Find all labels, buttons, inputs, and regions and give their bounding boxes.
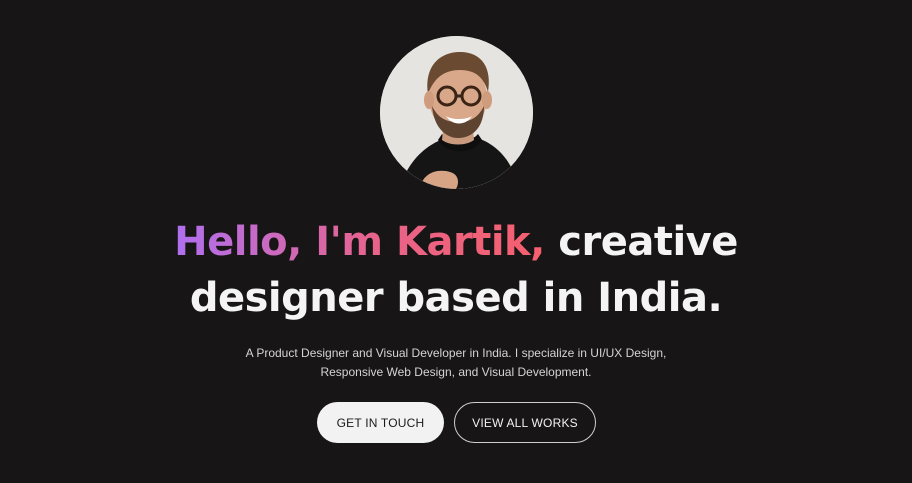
hero-section: Hello, I'm Kartik, creative designer bas…	[0, 0, 912, 483]
headline-line-2: designer based in India.	[189, 275, 723, 321]
headline-rest: creative	[558, 219, 738, 265]
profile-photo	[380, 36, 533, 189]
subtitle-line-1: A Product Designer and Visual Developer …	[245, 346, 667, 360]
hero-headline: Hello, I'm Kartik, creative designer bas…	[0, 214, 912, 326]
get-in-touch-button[interactable]: GET IN TOUCH	[317, 402, 444, 443]
avatar	[380, 36, 533, 189]
subtitle-line-2: Responsive Web Design, and Visual Develo…	[320, 365, 592, 379]
headline-highlight: Hello, I'm Kartik,	[174, 219, 545, 265]
view-all-works-button[interactable]: VIEW ALL WORKS	[454, 402, 596, 443]
hero-subtitle: A Product Designer and Visual Developer …	[206, 344, 706, 382]
